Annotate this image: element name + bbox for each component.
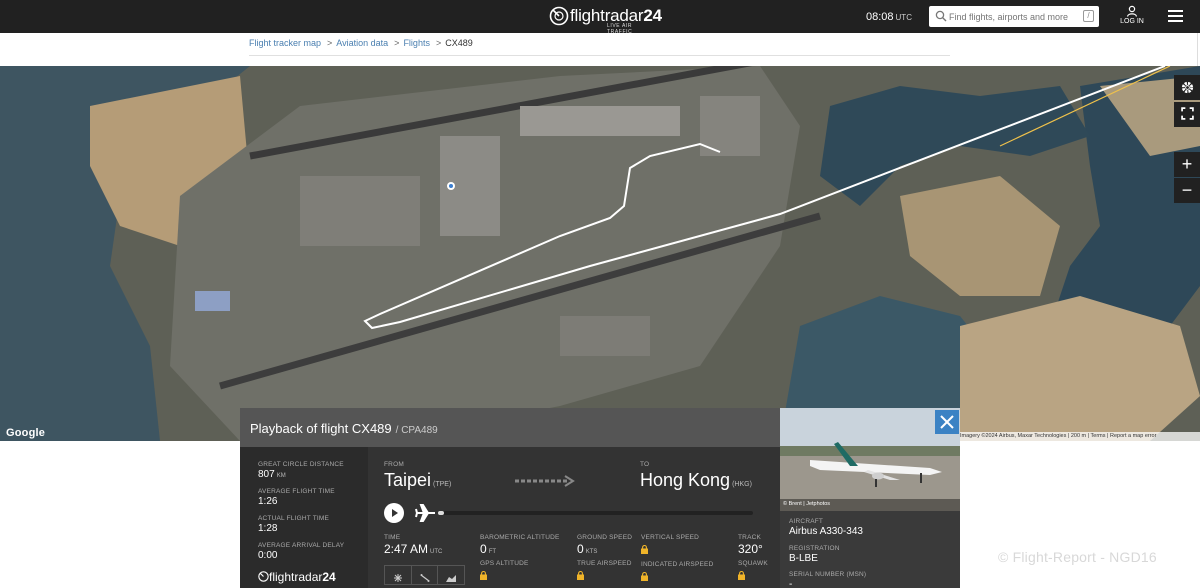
search-icon bbox=[935, 10, 947, 22]
playback-panel: GREAT CIRCLE DISTANCE 807 KM AVERAGE FLIG… bbox=[240, 447, 780, 588]
destination-airport[interactable]: Hong Kong (HKG) bbox=[640, 470, 752, 491]
playback-timeline[interactable] bbox=[438, 511, 753, 515]
fullscreen-icon bbox=[1180, 107, 1194, 120]
route-arrow-icon bbox=[515, 475, 575, 487]
origin-airport[interactable]: Taipei (TPE) bbox=[384, 470, 451, 491]
great-circle-distance: GREAT CIRCLE DISTANCE 807 KM bbox=[258, 461, 344, 480]
view-mode-buttons bbox=[384, 565, 465, 585]
average-arrival-delay: AVERAGE ARRIVAL DELAY 0:00 bbox=[258, 542, 345, 561]
lock-icon bbox=[641, 545, 648, 554]
actual-flight-time: ACTUAL FLIGHT TIME 1:28 bbox=[258, 515, 330, 534]
ground-speed: GROUND SPEED 0 KTS TRUE AIRSPEED bbox=[577, 534, 632, 585]
aircraft-type: AIRCRAFT Airbus A330-343 bbox=[789, 518, 863, 537]
to-label: TO bbox=[640, 461, 650, 468]
airport-satellite-imagery bbox=[0, 66, 1200, 441]
breadcrumb-current: CX489 bbox=[445, 38, 473, 48]
flight-stats-column: GREAT CIRCLE DISTANCE 807 KM AVERAGE FLIG… bbox=[240, 447, 368, 588]
average-flight-time: AVERAGE FLIGHT TIME 1:26 bbox=[258, 488, 335, 507]
lock-icon bbox=[738, 571, 745, 580]
aircraft-serial-number: SERIAL NUMBER (MSN) - bbox=[789, 571, 867, 588]
breadcrumb: Flight tracker map > Aviation data > Flights… bbox=[249, 38, 950, 56]
divider bbox=[1197, 33, 1198, 66]
close-icon bbox=[940, 415, 954, 429]
utc-clock: 08:08 UTC bbox=[866, 11, 912, 23]
airplane-icon bbox=[415, 504, 435, 522]
breadcrumb-aviation-data[interactable]: Aviation data bbox=[336, 38, 388, 48]
user-icon bbox=[1126, 5, 1138, 17]
playback-panel-header: Playback of flight CX489/ CPA489 bbox=[240, 408, 780, 447]
gear-icon bbox=[1181, 81, 1193, 94]
aircraft-photo-image bbox=[780, 408, 960, 511]
track-heading: TRACK 320° SQUAWK bbox=[738, 534, 768, 585]
menu-icon[interactable] bbox=[1168, 10, 1183, 22]
play-icon bbox=[392, 509, 398, 517]
photo-credit[interactable]: © Brent | Jetphotos bbox=[783, 501, 830, 507]
altitude-graph-icon bbox=[446, 575, 457, 582]
logo-tagline: LIVE AIR TRAFFIC bbox=[607, 23, 633, 35]
zoom-out-button[interactable]: − bbox=[1174, 178, 1200, 203]
from-label: FROM bbox=[384, 461, 404, 468]
search-input[interactable] bbox=[949, 8, 1073, 25]
login-label: LOG IN bbox=[1120, 18, 1144, 25]
top-navigation-bar: flightradar24 LIVE AIR TRAFFIC 08:08 UTC … bbox=[0, 0, 1200, 35]
aircraft-registration: REGISTRATION B-LBE bbox=[789, 545, 840, 564]
playback-progress bbox=[438, 511, 445, 515]
vertical-speed: VERTICAL SPEED INDICATED AIRSPEED bbox=[641, 534, 713, 586]
search-shortcut-key: / bbox=[1083, 10, 1094, 22]
lock-icon bbox=[577, 571, 584, 580]
breadcrumb-flight-tracker-map[interactable]: Flight tracker map bbox=[249, 38, 321, 48]
breadcrumb-flights[interactable]: Flights bbox=[403, 38, 430, 48]
barometric-altitude: BAROMETRIC ALTITUDE 0 FT GPS ALTITUDE bbox=[480, 534, 560, 585]
google-logo: Google bbox=[6, 427, 46, 439]
lock-icon bbox=[641, 572, 648, 581]
lock-icon bbox=[480, 571, 487, 580]
route-icon bbox=[420, 574, 429, 582]
radar-logo-icon bbox=[549, 6, 569, 26]
aircraft-photo[interactable]: © Brent | Jetphotos bbox=[780, 408, 960, 511]
aircraft-info-panel: AIRCRAFT Airbus A330-343 REGISTRATION B-… bbox=[780, 511, 960, 588]
radar-logo-icon bbox=[258, 571, 269, 582]
search-box[interactable]: / bbox=[929, 6, 1099, 27]
close-panel-button[interactable] bbox=[935, 410, 959, 434]
satellite-map[interactable]: Google Imagery ©2024 Airbus, Maxar Techn… bbox=[0, 66, 1200, 441]
playback-title: Playback of flight CX489/ CPA489 bbox=[250, 421, 438, 436]
playback-time: TIME 2:47 AM UTC bbox=[384, 534, 443, 556]
zoom-in-button[interactable]: + bbox=[1174, 152, 1200, 177]
map-attribution[interactable]: Imagery ©2024 Airbus, Maxar Technologies… bbox=[958, 432, 1200, 441]
play-button[interactable] bbox=[384, 503, 404, 523]
plane-view-icon bbox=[393, 574, 402, 582]
map-settings-button[interactable] bbox=[1174, 75, 1200, 100]
watermark: © Flight-Report - NGD16 bbox=[998, 549, 1157, 565]
route-view-button[interactable] bbox=[412, 566, 439, 584]
fullscreen-button[interactable] bbox=[1174, 102, 1200, 127]
flightradar24-panel-logo: flightradar24 bbox=[258, 570, 336, 584]
login-button[interactable]: LOG IN bbox=[1117, 5, 1147, 29]
view-2d-button[interactable] bbox=[385, 566, 412, 584]
flightradar24-logo[interactable]: flightradar24 LIVE AIR TRAFFIC bbox=[549, 5, 662, 35]
graph-view-button[interactable] bbox=[438, 566, 464, 584]
